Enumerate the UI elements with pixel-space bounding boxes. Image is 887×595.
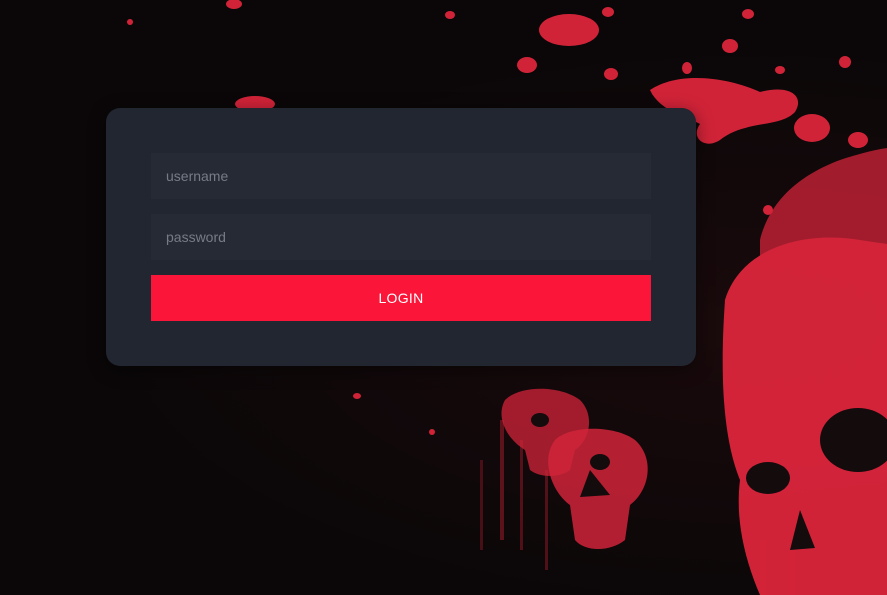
login-page: LOGIN [0, 0, 887, 595]
username-input[interactable] [151, 153, 651, 199]
password-input[interactable] [151, 214, 651, 260]
login-card: LOGIN [106, 108, 696, 366]
login-button[interactable]: LOGIN [151, 275, 651, 321]
